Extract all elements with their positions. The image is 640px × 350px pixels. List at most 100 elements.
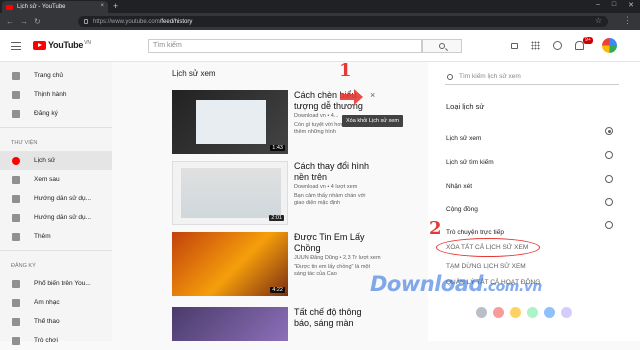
thumbnail-image [181, 168, 281, 218]
browser-menu-icon[interactable]: ⋮ [623, 15, 632, 26]
sidebar-item-playlist-2[interactable]: Hướng dẫn sử dụ... [0, 208, 112, 227]
history-type-community[interactable]: Cộng đồng [446, 198, 613, 213]
playlist-icon [12, 194, 20, 203]
page-title: Lịch sử xem [172, 69, 216, 78]
avatar[interactable] [602, 38, 617, 53]
minimize-icon[interactable]: – [596, 1, 600, 9]
video-thumbnail[interactable] [172, 307, 288, 341]
maximize-icon[interactable]: □ [612, 1, 616, 9]
youtube-header: YouTube VN Tìm kiếm 9+ [0, 30, 640, 62]
address-bar[interactable]: https://www.youtube.com/feed/history [78, 16, 608, 27]
new-tab-button[interactable]: + [113, 1, 118, 11]
sidebar-item-label: Hướng dẫn sử dụ... [34, 195, 92, 202]
video-duration: 2:01 [269, 215, 284, 221]
browser-toolbar: ← → ↻ https://www.youtube.com/feed/histo… [0, 13, 640, 30]
history-type-heading: Loại lịch sử [446, 102, 485, 111]
sidebar-item-channel-music[interactable]: Âm nhạc [0, 293, 112, 312]
apps-icon[interactable] [531, 41, 540, 50]
history-search-input[interactable]: Tìm kiếm lịch sử xem [445, 73, 619, 85]
forward-icon[interactable]: → [20, 17, 28, 26]
sports-icon [12, 317, 20, 326]
video-title[interactable]: Tất chế độ thông báo, sáng màn [294, 307, 374, 329]
chevron-down-icon [12, 232, 20, 241]
tab-close-icon[interactable]: × [100, 3, 104, 9]
sidebar-item-home[interactable]: Trang chủ [0, 66, 112, 85]
window-controls: – □ ✕ [596, 1, 634, 9]
browser-tab[interactable]: Lịch sử - YouTube × [2, 1, 108, 13]
search-icon [447, 74, 453, 80]
remove-tooltip: Xóa khỏi Lịch sử xem [342, 115, 403, 127]
create-video-icon[interactable] [511, 43, 518, 49]
radio-label: Nhận xét [446, 183, 473, 190]
sidebar-item-watch-later[interactable]: Xem sau [0, 170, 112, 189]
history-type-watch[interactable]: Lịch sử xem [446, 127, 613, 142]
sidebar-item-channel-sports[interactable]: Thể thao [0, 312, 112, 331]
radio-button[interactable] [605, 151, 613, 159]
back-icon[interactable]: ← [6, 17, 14, 26]
youtube-play-icon [33, 40, 46, 50]
reload-icon[interactable]: ↻ [34, 17, 41, 26]
radio-button[interactable] [605, 221, 613, 229]
pause-history-button[interactable]: TẠM DỪNG LỊCH SỬ XEM [446, 263, 526, 270]
video-meta: Download vn • 4 lượt xem [294, 184, 358, 190]
subscriptions-icon [12, 109, 20, 118]
sidebar-item-label: Phổ biến trên You... [34, 280, 91, 287]
notification-badge: 9+ [583, 37, 593, 44]
dot [561, 307, 572, 318]
sidebar-item-label: Hướng dẫn sử dụ... [34, 214, 92, 221]
menu-icon[interactable] [11, 42, 21, 50]
sidebar-item-label: Trang chủ [34, 72, 64, 79]
url-host: https://www.youtube.com [93, 18, 160, 25]
dot [527, 307, 538, 318]
youtube-favicon-icon [6, 4, 13, 10]
sidebar-item-label: Lịch sử [34, 157, 56, 164]
radio-button[interactable] [605, 175, 613, 183]
radio-label: Trò chuyện trực tiếp [446, 229, 504, 236]
messages-icon[interactable] [553, 41, 562, 50]
list-item[interactable]: Tất chế độ thông báo, sáng màn [172, 307, 452, 341]
radio-button[interactable] [605, 198, 613, 206]
dot [510, 307, 521, 318]
radio-label: Lịch sử tìm kiếm [446, 159, 494, 166]
video-description: Bạn cảm thấy nhàm chán với giao diện mặc… [294, 193, 366, 206]
music-icon [12, 298, 20, 307]
video-thumbnail[interactable]: 1:43 [172, 90, 288, 154]
list-item[interactable]: 2:01 Cách thay đổi hình nền trên Downloa… [172, 161, 452, 225]
remove-from-history-icon[interactable]: × [370, 90, 375, 100]
dot [476, 307, 487, 318]
search-input[interactable]: Tìm kiếm [148, 39, 422, 53]
window-close-icon[interactable]: ✕ [628, 1, 634, 9]
radio-selected[interactable] [605, 127, 613, 135]
tab-title: Lịch sử - YouTube [17, 4, 66, 10]
sidebar-item-trending[interactable]: Thịnh hành [0, 85, 112, 104]
sidebar-item-label: Thêm [34, 233, 51, 240]
logo-text: YouTube [48, 40, 84, 50]
sidebar-item-label: Xem sau [34, 176, 60, 183]
search-button[interactable] [422, 39, 462, 53]
video-thumbnail[interactable]: 4:22 [172, 232, 288, 296]
library-heading: THƯ VIỆN [11, 140, 38, 146]
logo-region: VN [84, 40, 92, 46]
annotation-highlight [436, 238, 540, 257]
sidebar-item-channel-popular[interactable]: Phổ biến trên You... [0, 274, 112, 293]
sidebar-item-subscriptions[interactable]: Đăng ký [0, 104, 112, 123]
youtube-logo[interactable]: YouTube VN [33, 40, 91, 50]
sidebar-item-history[interactable]: Lịch sử [0, 151, 112, 170]
annotation-step-2: 2 [429, 218, 442, 239]
list-item[interactable]: 1:43 Cách chèn biểu tượng dễ thương Down… [172, 90, 452, 154]
dot [544, 307, 555, 318]
video-title[interactable]: Được Tin Em Lấy Chồng [294, 232, 374, 254]
bookmark-star-icon[interactable]: ☆ [595, 16, 602, 25]
video-thumbnail[interactable]: 2:01 [172, 161, 288, 225]
sidebar-item-playlist-1[interactable]: Hướng dẫn sử dụ... [0, 189, 112, 208]
watermark-dots [476, 307, 572, 318]
video-title[interactable]: Cách thay đổi hình nền trên [294, 161, 374, 183]
history-type-comments[interactable]: Nhận xét [446, 175, 613, 190]
lock-icon [84, 19, 88, 24]
clock-icon [12, 175, 20, 184]
search-icon [439, 43, 445, 49]
history-type-live-chat[interactable]: Trò chuyện trực tiếp [446, 221, 613, 236]
sidebar-item-more[interactable]: Thêm [0, 227, 112, 246]
history-type-search[interactable]: Lịch sử tìm kiếm [446, 151, 613, 166]
flame-icon [12, 90, 20, 99]
